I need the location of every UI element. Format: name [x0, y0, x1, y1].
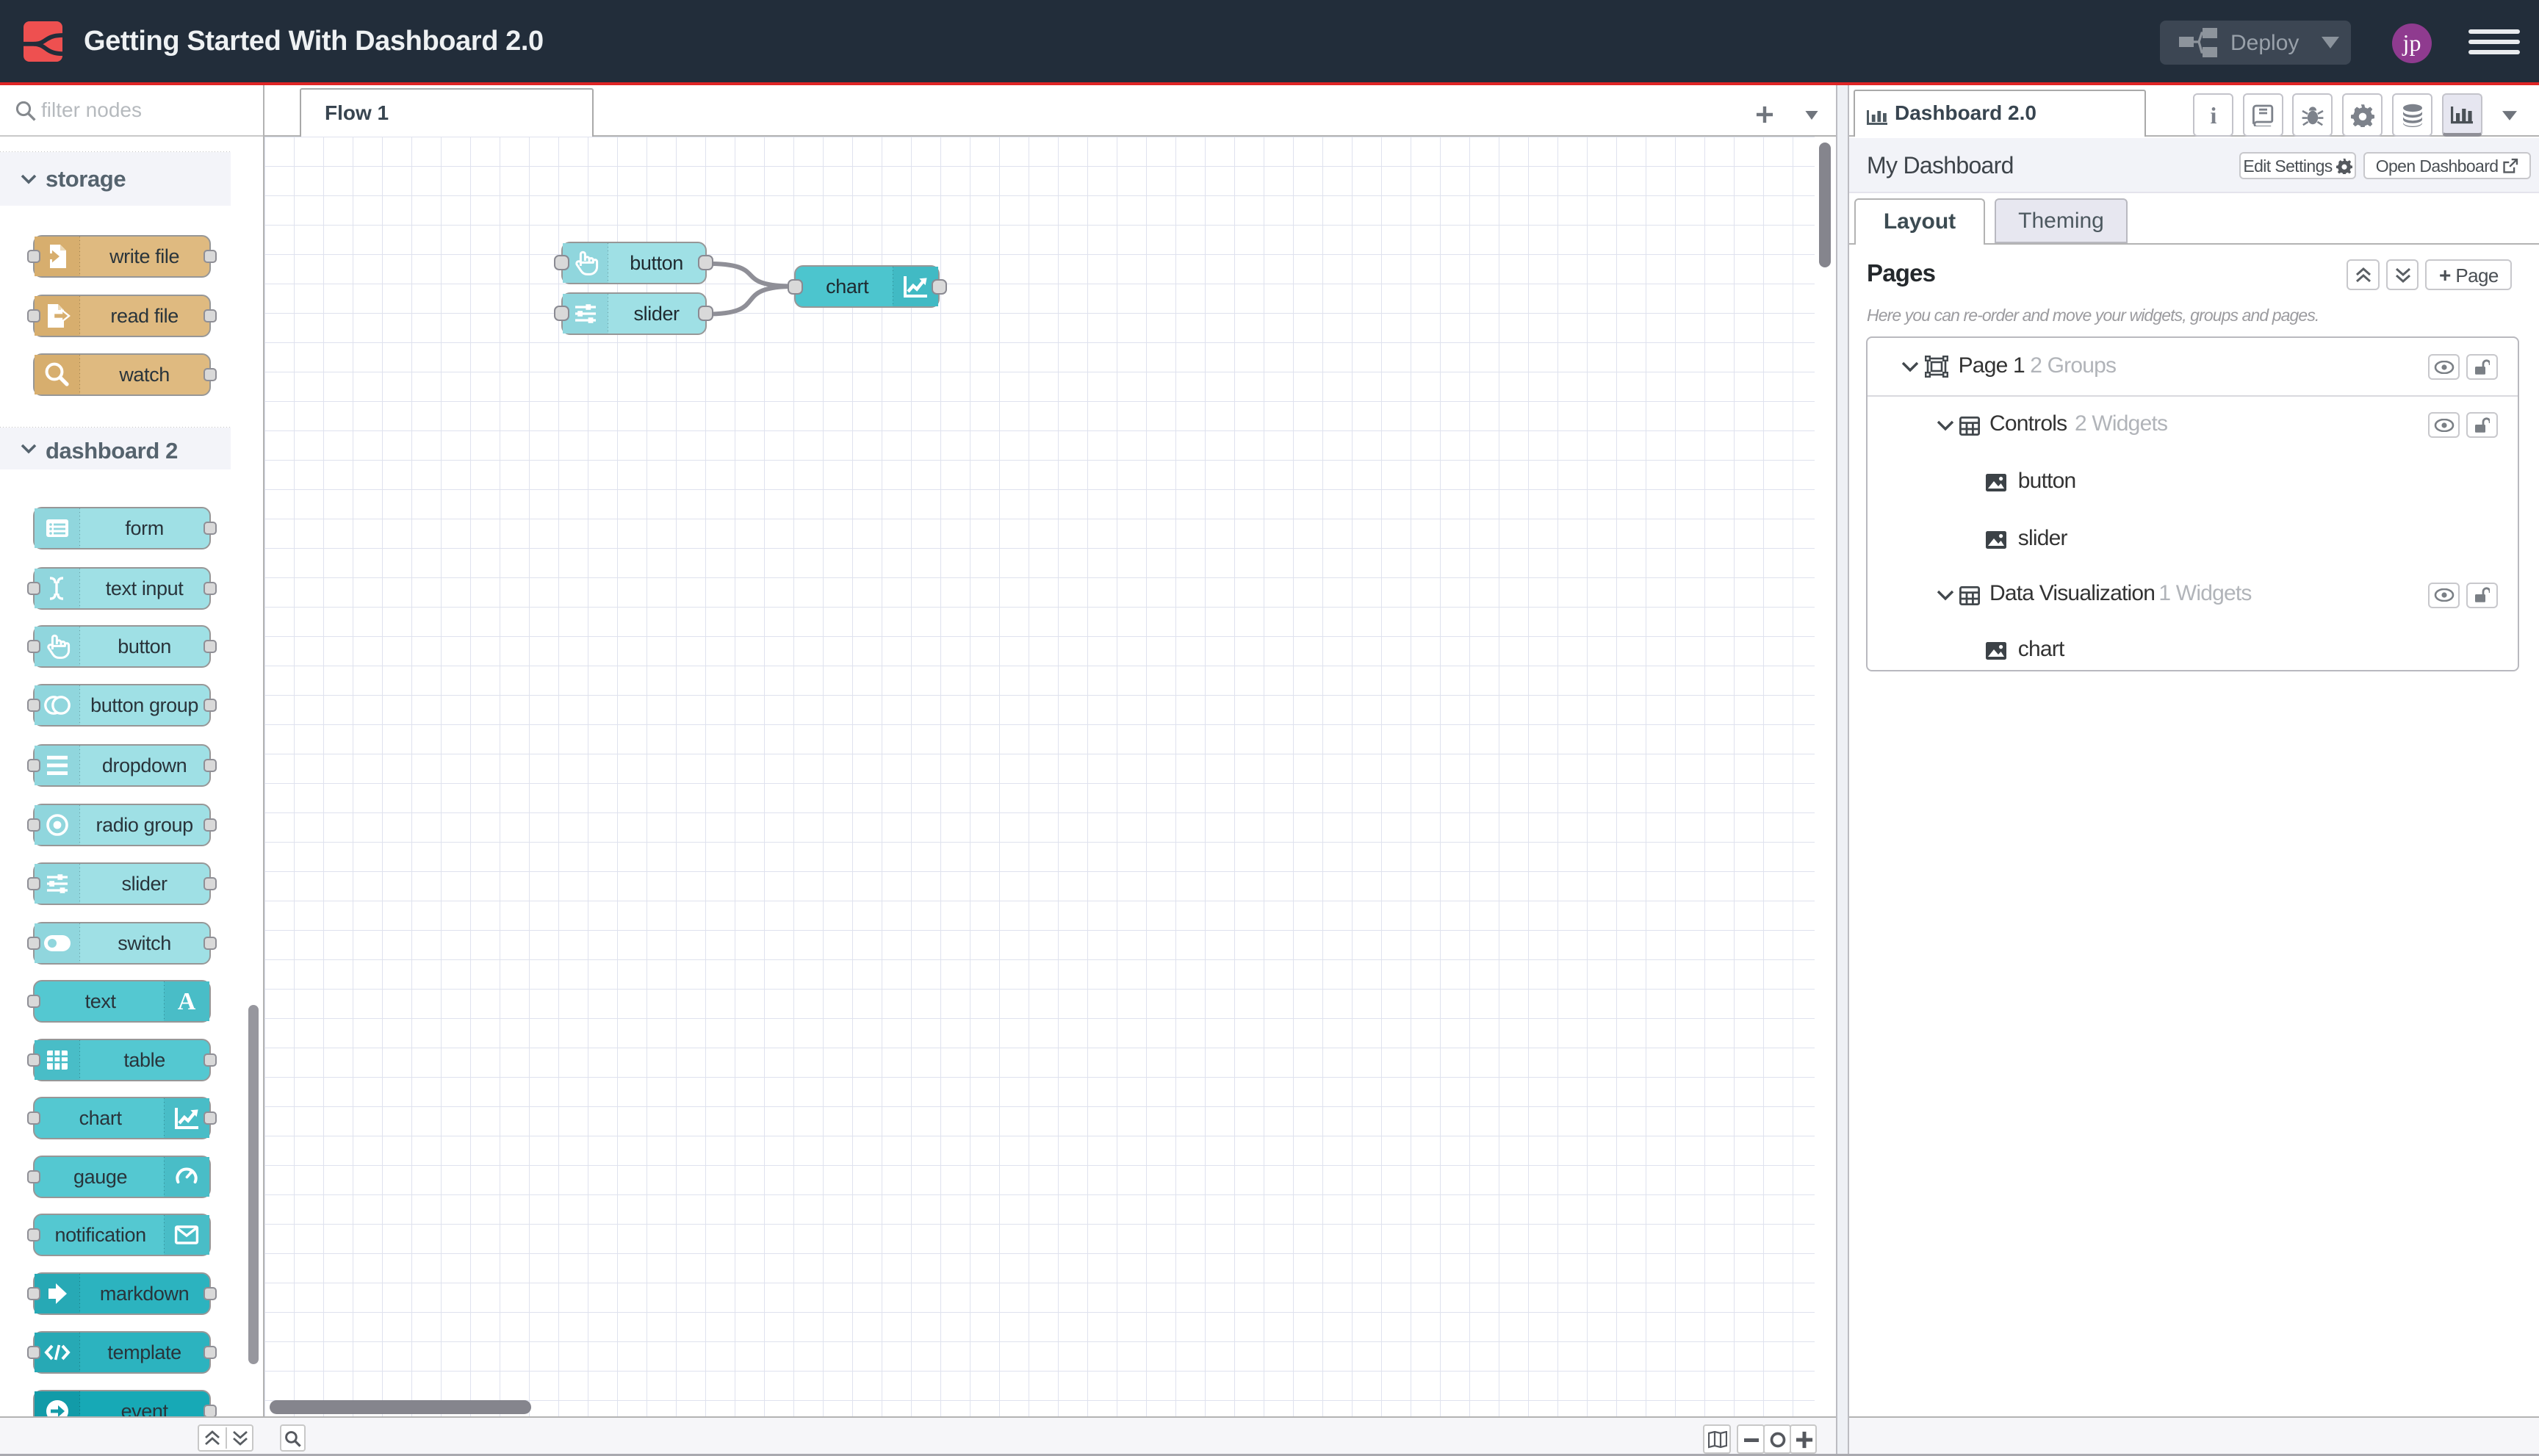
svg-text:A: A — [177, 988, 195, 1015]
svg-text:i: i — [2210, 104, 2216, 127]
